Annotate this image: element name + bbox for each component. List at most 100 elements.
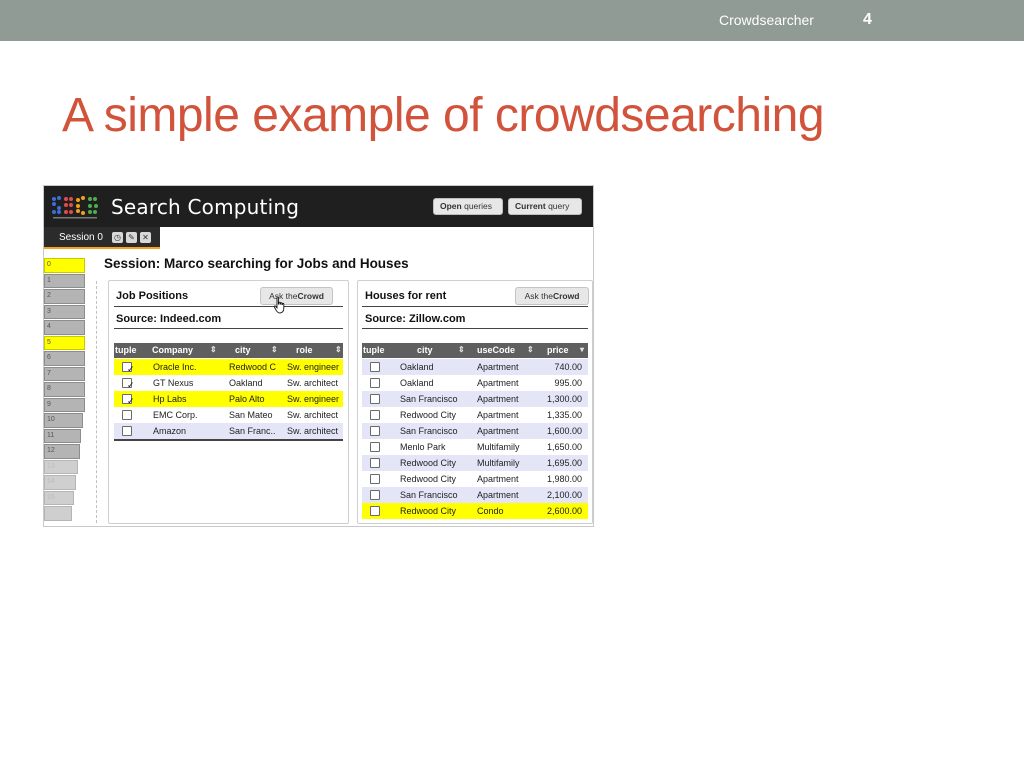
checkbox[interactable] <box>370 506 380 516</box>
table-row[interactable]: Redwood City Condo 2,600.00 <box>362 503 588 519</box>
open-queries-button[interactable]: Open queries <box>433 198 503 215</box>
history-item[interactable]: 0 <box>44 258 85 273</box>
cell-city: Palo Alto <box>229 394 265 404</box>
ask-the-crowd-button[interactable]: Ask theCrowd <box>260 287 333 305</box>
sort-icon[interactable]: ⇕ <box>271 345 278 354</box>
history-item[interactable]: 5 <box>44 335 85 350</box>
history-item[interactable]: 13 <box>44 459 78 474</box>
cell-usecode: Apartment <box>477 362 519 372</box>
history-item[interactable]: 8 <box>44 382 85 397</box>
cell-city: San Francisco <box>400 426 458 436</box>
checkbox[interactable] <box>370 426 380 436</box>
history-item[interactable]: 15 <box>44 490 75 505</box>
history-item[interactable]: 12 <box>44 444 80 459</box>
jobs-table-header: tuple Company ⇕ city ⇕ role ⇕ <box>114 343 343 358</box>
cell-company: GT Nexus <box>153 378 194 388</box>
table-row[interactable]: Menlo Park Multifamily 1,650.00 <box>362 439 588 455</box>
column-header-city[interactable]: city <box>235 345 251 355</box>
history-item[interactable] <box>44 506 73 521</box>
history-item[interactable]: 1 <box>44 273 85 288</box>
column-header-tuple[interactable]: tuple <box>363 345 385 355</box>
cell-city: Oakland <box>229 378 263 388</box>
table-row[interactable]: Oakland Apartment 995.00 <box>362 375 588 391</box>
cell-usecode: Condo <box>477 506 504 516</box>
table-row[interactable]: ✓ Oracle Inc. Redwood C Sw. engineer <box>114 359 343 375</box>
checkbox[interactable] <box>122 410 132 420</box>
history-item[interactable]: 7 <box>44 366 85 381</box>
app-name: Search Computing <box>111 195 300 219</box>
close-icon[interactable]: ✕ <box>140 232 151 243</box>
app-header: Search Computing Open queries Current qu… <box>44 186 593 227</box>
hand-cursor-icon <box>273 296 285 314</box>
houses-for-rent-panel: Houses for rent Ask theCrowd Source: Zil… <box>357 280 593 524</box>
checkbox[interactable] <box>370 474 380 484</box>
sort-icon[interactable]: ⇕ <box>335 345 342 354</box>
history-item[interactable]: 3 <box>44 304 85 319</box>
checkbox[interactable] <box>370 458 380 468</box>
checkbox[interactable] <box>370 410 380 420</box>
history-item[interactable]: 6 <box>44 351 85 366</box>
cell-company: Hp Labs <box>153 394 187 404</box>
dashed-separator <box>96 281 98 523</box>
column-header-price[interactable]: price <box>547 345 569 355</box>
cell-price: 995.00 <box>554 378 582 388</box>
history-item[interactable]: 11 <box>44 428 82 443</box>
tab-session-0[interactable]: Session 0 ◷ ✎ ✕ <box>44 227 160 249</box>
column-header-role[interactable]: role <box>296 345 313 355</box>
column-header-company[interactable]: Company <box>152 345 193 355</box>
cell-role: Sw. architect <box>287 378 339 388</box>
cell-city: Redwood City <box>400 474 457 484</box>
cell-role: Sw. engineer <box>287 394 340 404</box>
cell-price: 1,300.00 <box>546 394 582 404</box>
sort-icon[interactable]: ⇕ <box>458 345 465 354</box>
edit-icon[interactable]: ✎ <box>126 232 137 243</box>
slide-top-bar: Crowdsearcher 4 <box>0 0 1024 41</box>
checkbox-checked[interactable]: ✓ <box>122 362 135 374</box>
table-row[interactable]: Oakland Apartment 740.00 <box>362 359 588 375</box>
table-row[interactable]: Redwood City Multifamily 1,695.00 <box>362 455 588 471</box>
divider <box>362 328 588 329</box>
session-history-strip: 0 1 2 3 4 5 6 7 8 9 10 11 12 13 14 15 <box>44 258 90 522</box>
history-item[interactable]: 10 <box>44 413 84 428</box>
current-query-button[interactable]: Current query <box>508 198 582 215</box>
table-row[interactable]: Amazon San Franc.. Sw. architect <box>114 423 343 439</box>
checkbox-checked[interactable]: ✓ <box>122 394 135 406</box>
table-row[interactable]: Redwood City Apartment 1,335.00 <box>362 407 588 423</box>
checkbox[interactable] <box>370 394 380 404</box>
checkbox[interactable] <box>370 378 380 388</box>
checkbox[interactable] <box>370 362 380 372</box>
sort-icon[interactable]: ⇕ <box>527 345 534 354</box>
checkmark-icon: ✓ <box>127 380 135 390</box>
cell-company: Amazon <box>153 426 187 436</box>
cell-city: San Francisco <box>400 490 458 500</box>
houses-source: Source: Zillow.com <box>365 313 466 325</box>
column-header-city[interactable]: city <box>417 345 433 355</box>
table-row[interactable]: San Francisco Apartment 1,600.00 <box>362 423 588 439</box>
cell-role: Sw. architect <box>287 410 339 420</box>
history-item[interactable]: 2 <box>44 289 85 304</box>
cell-price: 1,980.00 <box>546 474 582 484</box>
history-item[interactable]: 14 <box>44 475 76 490</box>
column-header-tuple[interactable]: tuple <box>115 345 137 355</box>
history-item[interactable]: 9 <box>44 397 85 412</box>
table-row[interactable]: ✓ GT Nexus Oakland Sw. architect <box>114 375 343 391</box>
checkbox[interactable] <box>122 426 132 436</box>
table-row[interactable]: San Francisco Apartment 1,300.00 <box>362 391 588 407</box>
app-screenshot: Search Computing Open queries Current qu… <box>44 186 593 526</box>
sort-icon[interactable]: ⇕ <box>210 345 217 354</box>
history-item[interactable]: 4 <box>44 320 85 335</box>
checkbox[interactable] <box>370 442 380 452</box>
sort-desc-icon[interactable]: ▾ <box>580 345 584 354</box>
column-header-usecode[interactable]: useCode <box>477 345 515 355</box>
table-row[interactable]: EMC Corp. San Mateo Sw. architect <box>114 407 343 423</box>
table-row[interactable]: ✓ Hp Labs Palo Alto Sw. engineer <box>114 391 343 407</box>
cell-company: EMC Corp. <box>153 410 198 420</box>
clock-icon[interactable]: ◷ <box>112 232 123 243</box>
table-row[interactable]: Redwood City Apartment 1,980.00 <box>362 471 588 487</box>
cell-price: 1,650.00 <box>546 442 582 452</box>
cell-price: 2,600.00 <box>546 506 582 516</box>
ask-the-crowd-button[interactable]: Ask theCrowd <box>515 287 589 305</box>
checkbox-checked[interactable]: ✓ <box>122 378 135 390</box>
table-row[interactable]: San Francisco Apartment 2,100.00 <box>362 487 588 503</box>
checkbox[interactable] <box>370 490 380 500</box>
